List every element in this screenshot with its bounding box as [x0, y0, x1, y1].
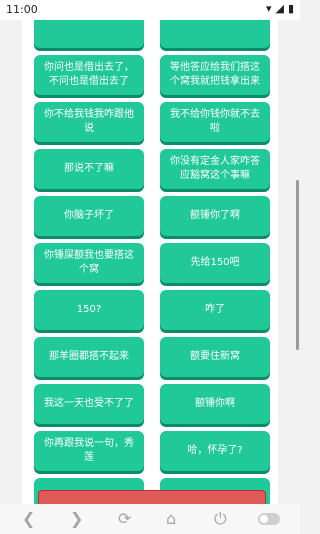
phrase-button[interactable]	[34, 20, 144, 48]
phrase-button[interactable]: 你再跟我说一句，秀莲	[34, 431, 144, 471]
phrase-button[interactable]: 咋了	[160, 290, 270, 330]
status-icons: ▾ ◢ ▮	[266, 2, 294, 16]
reload-icon[interactable]: ⟳	[118, 510, 131, 528]
phrase-button[interactable]: 额锤你了啊	[160, 196, 270, 236]
chevron-right-icon[interactable]: ❯	[70, 510, 83, 528]
phrase-button[interactable]: 你脑子坏了	[34, 196, 144, 236]
phrase-button[interactable]: 等他答应给我们搭这个窝我就把钱拿出来	[160, 55, 270, 95]
battery-icon: ▮	[287, 2, 294, 15]
home-icon[interactable]: ⌂	[166, 510, 176, 528]
phrase-button[interactable]: 先给150吧	[160, 243, 270, 283]
content-area: 你问也是借出去了，不问也是借出去了 等他答应给我们搭这个窝我就把钱拿出来 你不给…	[22, 20, 278, 504]
scrollbar[interactable]	[296, 180, 299, 350]
phrase-button[interactable]: 那羊圈都搭不起来	[34, 337, 144, 377]
browser-nav-bar: ❮ ❯ ⟳ ⌂ ⏻	[0, 504, 300, 534]
phrase-button[interactable]: 你不给我钱我咋跟他说	[34, 102, 144, 142]
power-icon[interactable]: ⏻	[214, 510, 227, 528]
cell-signal-icon: ◢	[275, 2, 284, 15]
phrase-button[interactable]	[160, 20, 270, 48]
phrase-button[interactable]: 哈，怀孕了?	[160, 431, 270, 471]
phrase-button[interactable]: 我这一天也受不了了	[34, 384, 144, 424]
chevron-left-icon[interactable]: ❮	[22, 510, 35, 528]
phrase-button[interactable]: 额锤你啊	[160, 384, 270, 424]
phrase-button[interactable]: 那说不了嘛	[34, 149, 144, 189]
phrase-button-grid: 你问也是借出去了，不问也是借出去了 等他答应给我们搭这个窝我就把钱拿出来 你不给…	[34, 20, 270, 504]
phrase-button[interactable]: 额要住新窝	[160, 337, 270, 377]
phrase-button[interactable]: 你问也是借出去了，不问也是借出去了	[34, 55, 144, 95]
red-action-button[interactable]	[38, 490, 266, 504]
phrase-button[interactable]: 你没有定金人家咋答应豁窝这个事嘛	[160, 149, 270, 189]
phrase-button[interactable]: 我不给你钱你就不去啦	[160, 102, 270, 142]
phrase-button[interactable]: 150?	[34, 290, 144, 330]
status-bar: 11:00 ▾ ◢ ▮	[0, 0, 300, 20]
toggle-switch-icon[interactable]	[258, 513, 280, 525]
status-time: 11:00	[6, 3, 38, 16]
phrase-button[interactable]: 你锤屎额我也要搭这个窝	[34, 243, 144, 283]
wifi-icon: ▾	[265, 2, 272, 15]
